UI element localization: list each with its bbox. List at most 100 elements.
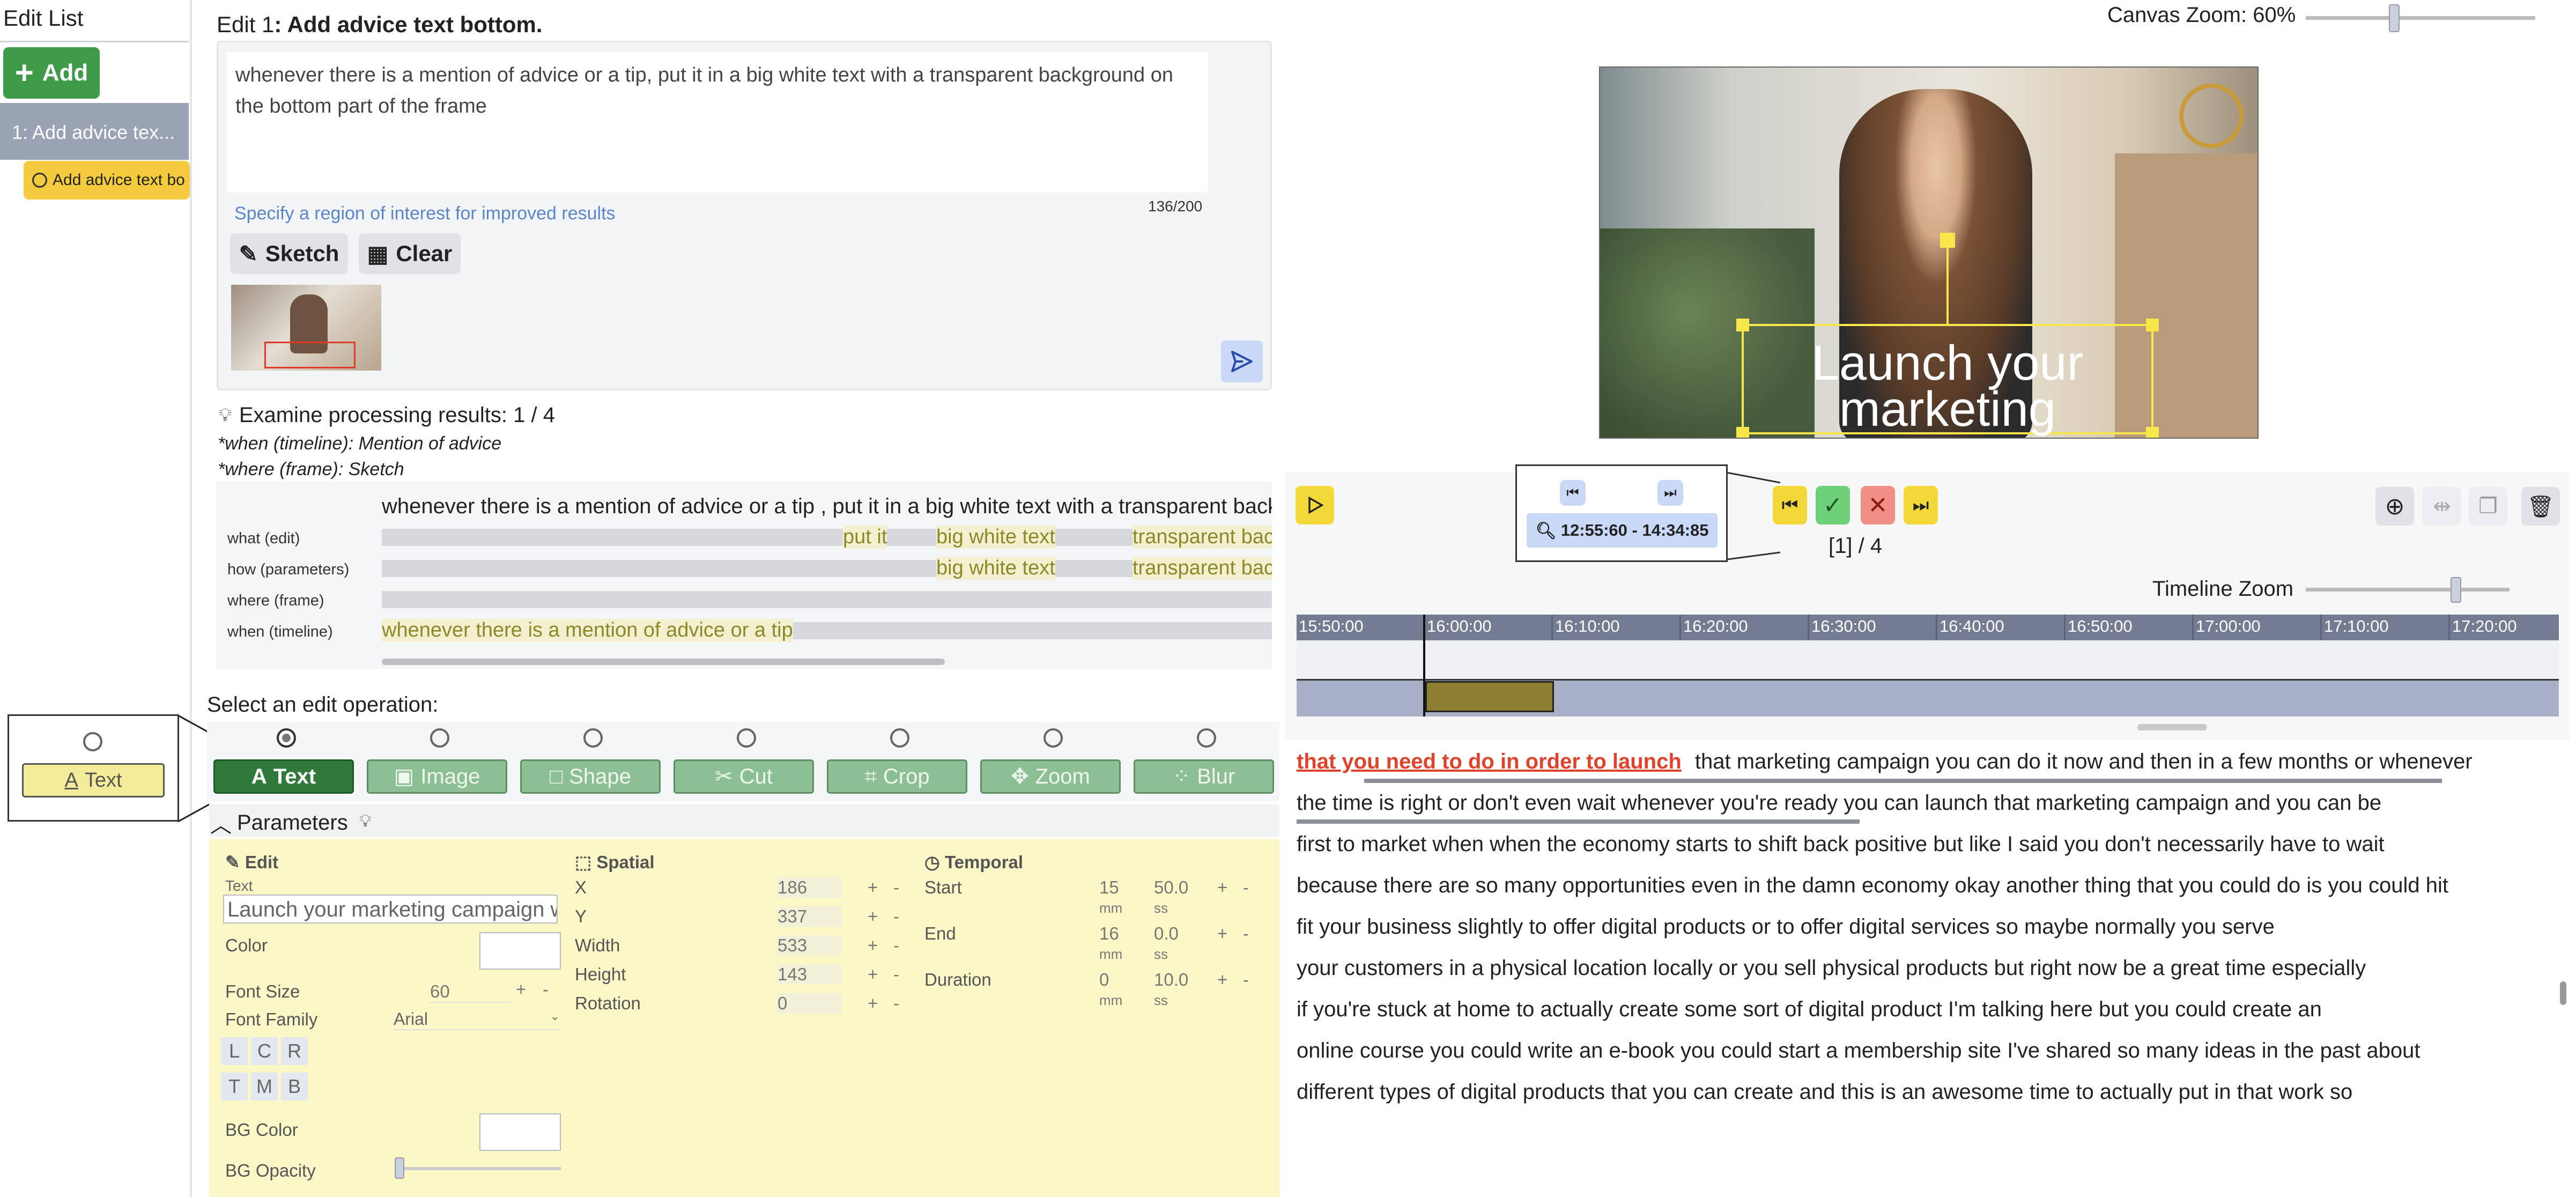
align-center-button[interactable]: C (251, 1037, 278, 1065)
add-clip-button[interactable]: ⊕ (2375, 487, 2414, 526)
align-right-button[interactable]: R (281, 1037, 308, 1065)
transcript-line[interactable]: online course you could write an e-book … (1297, 1039, 2420, 1063)
align-top-button[interactable]: T (221, 1073, 248, 1100)
spatial-height-input[interactable]: 143 (778, 964, 842, 985)
temporal-start-ss-input[interactable]: 50.0 (1154, 877, 1202, 898)
reject-button[interactable]: ✕ (1861, 486, 1895, 524)
video-canvas[interactable]: Launch your marketing (1599, 66, 2259, 439)
temporal-plus[interactable]: + (1217, 970, 1227, 990)
transcript-line[interactable]: different types of digital products that… (1297, 1080, 2352, 1104)
resize-handle[interactable] (1736, 427, 1749, 438)
temporal-plus[interactable]: + (1217, 923, 1227, 944)
transcript-line[interactable]: if you're stuck at home to actually crea… (1297, 997, 2322, 1022)
spatial-plus[interactable]: + (868, 964, 878, 985)
temporal-duration-mm-input[interactable]: 0 (1099, 970, 1142, 990)
timeline-scrollbar[interactable] (2137, 724, 2207, 730)
text-overlay-box[interactable]: Launch your marketing (1736, 233, 2159, 438)
results-scrollbar[interactable] (382, 659, 945, 665)
bg-color-swatch[interactable] (479, 1113, 561, 1151)
op-radio-blur[interactable] (1197, 728, 1216, 748)
edit-list-subitem[interactable]: Add advice text bo (24, 161, 190, 200)
temporal-minus[interactable]: - (1243, 970, 1249, 990)
resize-handle[interactable] (2146, 319, 2159, 331)
slider-thumb[interactable] (2451, 577, 2461, 603)
op-radio-text[interactable] (277, 728, 296, 748)
spatial-minus[interactable]: - (893, 906, 899, 927)
timeline-segment[interactable] (1425, 681, 1554, 712)
resize-handle[interactable] (1736, 319, 1749, 331)
slider-thumb[interactable] (2389, 4, 2400, 32)
temporal-plus[interactable]: + (1217, 877, 1227, 898)
spatial-y-input[interactable]: 337 (778, 906, 842, 927)
sketch-button[interactable]: ✎ Sketch (230, 233, 348, 274)
font-size-minus[interactable]: - (543, 979, 549, 1000)
timeline-zoom-slider[interactable] (2306, 577, 2510, 603)
clear-button[interactable]: ▦ Clear (359, 233, 461, 274)
spatial-width-input[interactable]: 533 (778, 935, 842, 956)
playhead[interactable] (1423, 615, 1425, 716)
temporal-end-ss-input[interactable]: 0.0 (1154, 923, 1202, 944)
font-size-input[interactable]: 60 (430, 981, 510, 1003)
spatial-rotation-input[interactable]: 0 (778, 993, 842, 1014)
spatial-minus[interactable]: - (893, 993, 899, 1014)
font-size-plus[interactable]: + (516, 979, 526, 1000)
temporal-end-mm-input[interactable]: 16 (1099, 923, 1142, 944)
range-chip[interactable]: 🔍︎ 12:55:60 - 14:34:85 (1527, 513, 1718, 548)
next-segment-button[interactable]: ⏭ (1904, 486, 1938, 524)
op-button-blur[interactable]: ⁘ Blur (1134, 759, 1274, 794)
canvas-zoom-slider[interactable] (2306, 4, 2535, 32)
color-swatch[interactable] (479, 932, 561, 970)
align-left-button[interactable]: L (221, 1037, 248, 1065)
op-button-text[interactable]: A Text (213, 759, 354, 794)
spatial-minus[interactable]: - (893, 935, 899, 956)
spatial-plus[interactable]: + (868, 877, 878, 898)
spatial-plus[interactable]: + (868, 906, 878, 927)
parameters-header[interactable]: ︿ Parameters 💡︎ (209, 804, 1279, 837)
text-input[interactable]: Launch your marketing campaign with (223, 895, 558, 923)
prompt-textarea[interactable]: whenever there is a mention of advice or… (227, 52, 1208, 193)
temporal-start-mm-input[interactable]: 15 (1099, 877, 1142, 898)
temporal-minus[interactable]: - (1243, 923, 1249, 944)
transcript-line[interactable]: fit your business slightly to offer digi… (1297, 915, 2275, 939)
op-button-cut[interactable]: ✂ Cut (673, 759, 814, 794)
transcript-line[interactable]: your customers in a physical location lo… (1297, 956, 2366, 980)
op-button-shape[interactable]: □ Shape (520, 759, 661, 794)
split-button[interactable]: ⇹ (2423, 487, 2461, 526)
temporal-minus[interactable]: - (1243, 877, 1249, 898)
rotate-handle[interactable] (1940, 233, 1955, 248)
range-next-button[interactable]: ⏭ (1657, 480, 1683, 506)
op-button-zoom[interactable]: ✥ Zoom (980, 759, 1121, 794)
op-radio-crop[interactable] (890, 728, 909, 748)
transcript-line[interactable]: first to market when when the economy st… (1297, 832, 2385, 856)
transcript-highlight[interactable]: that you need to do in order to launch (1297, 750, 1682, 773)
add-edit-button[interactable]: + Add (3, 47, 100, 99)
temporal-duration-ss-input[interactable]: 10.0 (1154, 970, 1202, 990)
spatial-plus[interactable]: + (868, 935, 878, 956)
copy-button[interactable]: ❐ (2469, 487, 2507, 526)
delete-button[interactable]: 🗑︎ (2521, 487, 2560, 526)
transcript-scrollbar[interactable] (2560, 981, 2566, 1005)
op-radio-zoom[interactable] (1043, 728, 1063, 748)
spatial-minus[interactable]: - (893, 964, 899, 985)
op-radio-cut[interactable] (737, 728, 756, 748)
play-button[interactable] (1296, 486, 1334, 524)
op-button-crop[interactable]: ⌗ Crop (827, 759, 967, 794)
slider-thumb[interactable] (395, 1157, 404, 1179)
range-prev-button[interactable]: ⏮ (1560, 480, 1586, 506)
spatial-x-input[interactable]: 186 (778, 877, 842, 898)
align-middle-button[interactable]: M (251, 1073, 278, 1100)
op-radio-shape[interactable] (583, 728, 603, 748)
op-button-image[interactable]: ▣ Image (367, 759, 507, 794)
font-family-select[interactable]: Arial ⌄ (394, 1009, 560, 1030)
accept-button[interactable]: ✓ (1816, 486, 1850, 524)
transcript-text[interactable]: that marketing campaign you can do it no… (1695, 750, 2473, 773)
spatial-minus[interactable]: - (893, 877, 899, 898)
op-radio-image[interactable] (430, 728, 449, 748)
transcript-line[interactable]: the time is right or don't even wait whe… (1297, 791, 2381, 815)
spatial-plus[interactable]: + (868, 993, 878, 1014)
sketch-thumbnail[interactable] (231, 285, 381, 371)
align-bottom-button[interactable]: B (281, 1073, 308, 1100)
submit-button[interactable] (1221, 341, 1263, 382)
prev-segment-button[interactable]: ⏮ (1773, 486, 1807, 524)
resize-handle[interactable] (2146, 427, 2159, 438)
